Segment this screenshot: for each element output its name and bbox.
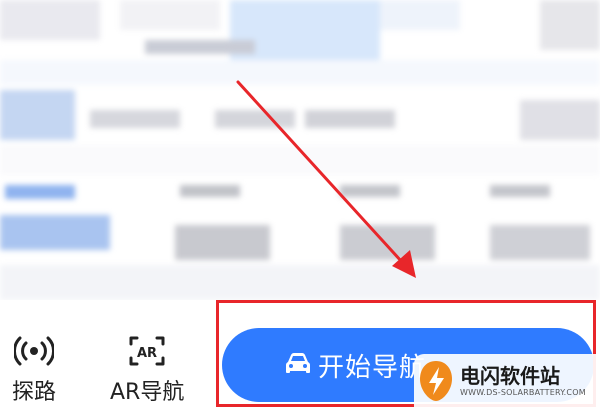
- lightning-logo-icon: [420, 360, 452, 401]
- watermark-subtitle: WWW.DS-SOLARBATTERY.COM: [460, 388, 586, 397]
- watermark: 电闪软件站 WWW.DS-SOLARBATTERY.COM: [414, 354, 600, 407]
- watermark-title: 电闪软件站: [460, 364, 560, 388]
- annotation-arrow: [236, 80, 416, 278]
